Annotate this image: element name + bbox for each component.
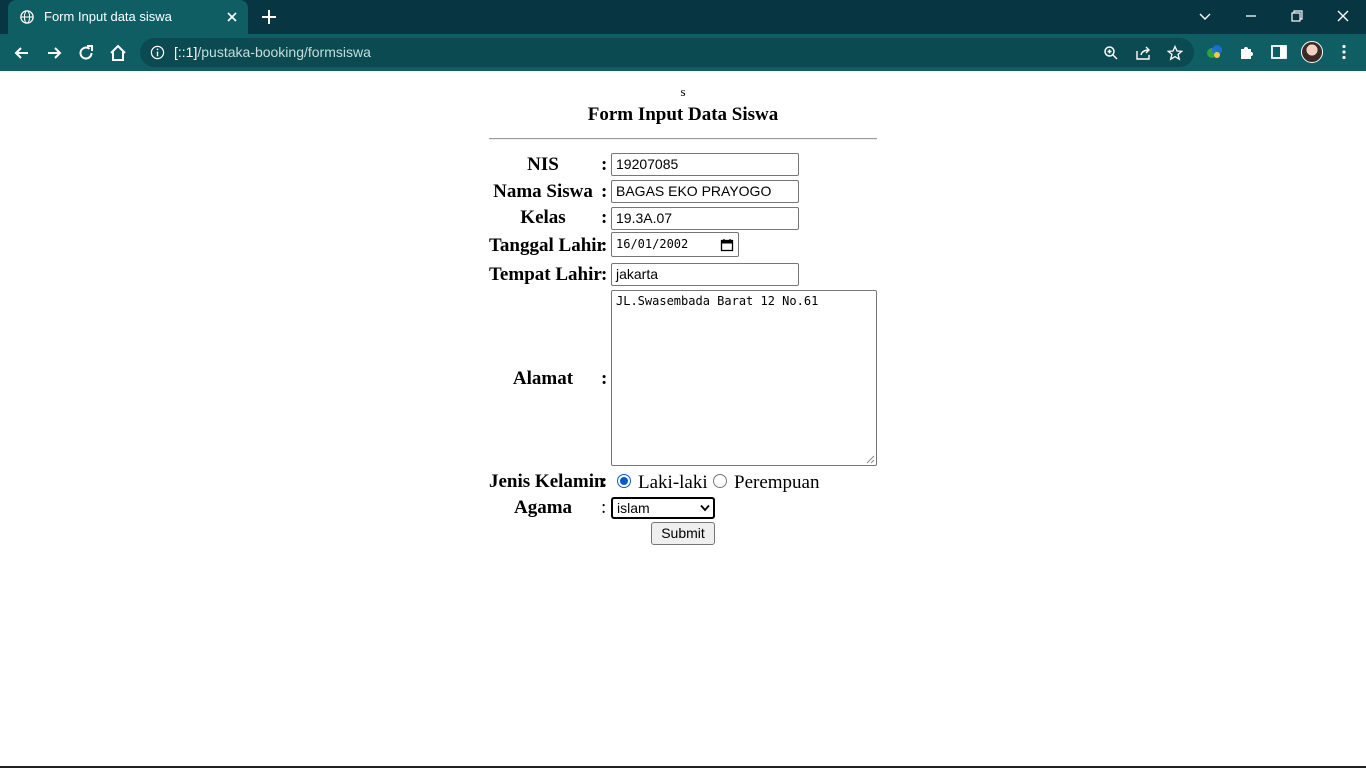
reload-icon[interactable] [76,43,96,63]
tanggal-lahir-input[interactable]: 16/01/2002 [611,232,739,257]
zoom-icon[interactable] [1103,45,1119,61]
colon-nis: : [601,154,608,175]
form-title: Form Input Data Siswa [587,104,779,125]
divider [489,138,877,140]
url-path: /pustaka-booking/formsiswa [197,44,371,60]
chevron-down-icon [700,504,710,512]
alamat-value: JL.Swasembada Barat 12 No.61 [616,294,819,308]
tab-title: Form Input data siswa [44,9,172,24]
back-icon[interactable] [12,43,32,63]
tanggal-lahir-value: 16/01/2002 [616,237,689,251]
browser-toolbar: [::1]/pustaka-booking/formsiswa [0,34,1366,71]
tab-strip: Form Input data siswa [0,0,1366,34]
extension-colorful-icon[interactable] [1206,43,1224,61]
agama-selected-value: islam [617,500,650,516]
colon-kelas: : [601,207,608,228]
address-bar[interactable]: [::1]/pustaka-booking/formsiswa [140,38,1194,67]
agama-select[interactable]: islam [611,497,715,519]
page-content: s Form Input Data Siswa NIS : 19207085 N… [0,71,1366,766]
label-nama-siswa: Nama Siswa [493,181,593,202]
page-header-text: s [680,84,686,99]
colon-jenis-kelamin: : [601,471,608,492]
share-icon[interactable] [1135,45,1151,61]
close-tab-icon[interactable] [224,9,240,25]
radio-label-laki-laki: Laki-laki [638,472,708,493]
home-icon[interactable] [108,43,128,63]
colon-tempat-lahir: : [601,264,608,285]
label-tempat-lahir: Tempat Lahir [489,264,602,285]
radio-perempuan[interactable] [713,474,727,488]
calendar-icon[interactable] [720,238,734,252]
label-alamat: Alamat [512,368,574,389]
url-host: [::1] [174,44,198,60]
tempat-lahir-input[interactable]: jakarta [611,263,799,286]
new-tab-icon[interactable] [260,8,278,26]
nama-siswa-input[interactable]: BAGAS EKO PRAYOGO [611,180,799,203]
forward-icon[interactable] [44,43,64,63]
colon-alamat: : [601,368,608,389]
profile-avatar[interactable] [1301,41,1323,63]
side-panel-icon[interactable] [1270,43,1288,61]
submit-button[interactable]: Submit [651,522,715,545]
colon-nama-siswa: : [601,181,608,202]
alamat-textarea[interactable]: JL.Swasembada Barat 12 No.61 [611,290,877,466]
bookmark-star-icon[interactable] [1167,45,1183,61]
label-nis: NIS [527,154,559,175]
radio-laki-laki[interactable] [617,474,631,488]
url-text: [::1]/pustaka-booking/formsiswa [174,44,371,60]
restore-icon[interactable] [1289,8,1305,24]
label-agama: Agama [513,497,573,518]
globe-icon [20,10,34,24]
minimize-icon[interactable] [1243,8,1259,24]
browser-tab[interactable]: Form Input data siswa [8,0,248,34]
nis-input[interactable]: 19207085 [611,153,799,176]
label-kelas: Kelas [520,207,566,228]
resize-grip-icon[interactable] [866,455,875,464]
extensions-puzzle-icon[interactable] [1238,43,1256,61]
colon-tanggal-lahir: : [601,235,608,256]
kelas-input[interactable]: 19.3A.07 [611,207,799,230]
colon-agama: : [601,497,607,518]
label-tanggal-lahir: Tanggal Lahir [489,235,605,256]
radio-label-perempuan: Perempuan [734,472,820,493]
close-window-icon[interactable] [1335,8,1351,24]
menu-kebab-icon[interactable] [1335,43,1353,61]
site-info-icon[interactable] [150,45,165,60]
label-jenis-kelamin: Jenis Kelamin [489,471,605,492]
tab-search-chevron-icon[interactable] [1197,8,1213,24]
